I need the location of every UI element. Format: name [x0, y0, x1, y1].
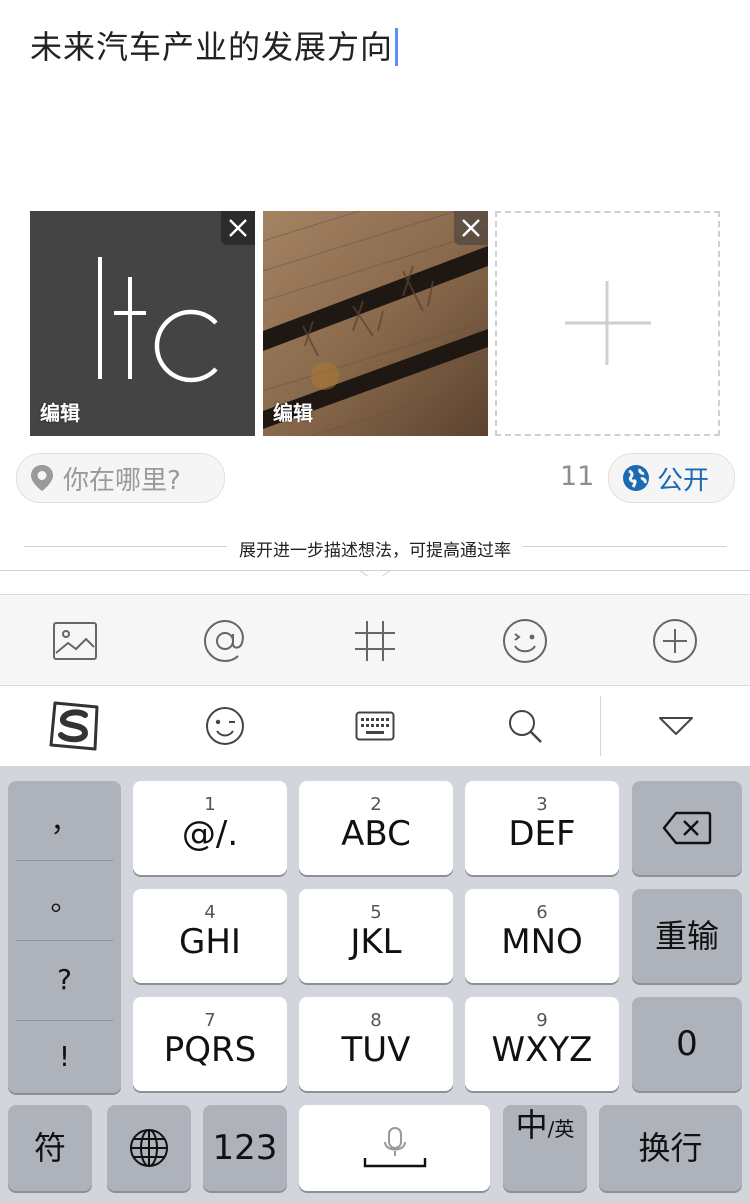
- key-8[interactable]: 8 TUV: [299, 997, 453, 1091]
- punctuation-column: ， 。 ? !: [8, 781, 121, 1093]
- key-number: 6: [536, 902, 548, 923]
- at-icon: [203, 619, 244, 663]
- sogou-logo-icon: [49, 701, 99, 751]
- reenter-label: 重输: [654, 917, 719, 955]
- ime-search-button[interactable]: [475, 686, 575, 766]
- key-label: 0: [676, 1024, 698, 1064]
- globe-icon: [623, 465, 649, 491]
- photo-thumbnail-1[interactable]: 编辑: [30, 211, 255, 436]
- add-photo-button[interactable]: [495, 211, 720, 436]
- key-number: 7: [204, 1010, 216, 1031]
- key-number: 9: [536, 1010, 548, 1031]
- key-number: 3: [536, 794, 548, 815]
- location-placeholder: 你在哪里?: [63, 465, 181, 496]
- key-label: JKL: [350, 922, 402, 962]
- space-key[interactable]: [299, 1105, 490, 1191]
- globe-icon: [130, 1129, 168, 1167]
- ime-emoji-button[interactable]: [175, 686, 275, 766]
- emoji-button[interactable]: [450, 595, 600, 687]
- key-comma[interactable]: ，: [8, 781, 121, 859]
- plus-circle-icon: [653, 619, 697, 663]
- key-number: 5: [370, 902, 382, 923]
- keyboard-switch-button[interactable]: [325, 686, 425, 766]
- mention-button[interactable]: [150, 595, 300, 687]
- key-label: PQRS: [163, 1030, 257, 1070]
- image-icon: [53, 622, 97, 660]
- key-label: @/.: [181, 814, 239, 854]
- sogou-menu-button[interactable]: [25, 686, 125, 766]
- key-label: TUV: [341, 1030, 411, 1070]
- plus-icon: [565, 281, 651, 365]
- post-text-input[interactable]: 未来汽车产业的发展方向: [30, 22, 399, 68]
- key-number: 8: [370, 1010, 382, 1031]
- symbols-key[interactable]: 符: [8, 1105, 92, 1191]
- key-0[interactable]: 0: [632, 997, 742, 1091]
- hashtag-button[interactable]: [300, 595, 450, 687]
- key-number: 1: [204, 794, 216, 815]
- close-icon: [229, 219, 247, 237]
- key-number: 2: [370, 794, 382, 815]
- photo-thumbnail-2[interactable]: 编辑: [263, 211, 488, 436]
- key-7[interactable]: 7 PQRS: [133, 997, 287, 1091]
- return-key[interactable]: 换行: [599, 1105, 742, 1191]
- key-label: DEF: [508, 814, 576, 854]
- remove-photo-1-button[interactable]: [221, 211, 255, 245]
- key-label: ABC: [341, 814, 411, 854]
- key-2[interactable]: 2 ABC: [299, 781, 453, 875]
- visibility-button[interactable]: 公开: [608, 453, 735, 503]
- search-icon: [509, 710, 542, 743]
- keyboard-icon: [355, 711, 395, 741]
- numbers-label: 123: [212, 1128, 278, 1168]
- word-count: 11: [560, 461, 595, 492]
- editor-toolbar: [0, 594, 750, 686]
- symbols-label: 符: [33, 1129, 66, 1167]
- language-main-label: 中: [515, 1106, 548, 1144]
- post-text: 未来汽车产业的发展方向: [30, 28, 394, 66]
- key-number: 4: [204, 902, 216, 923]
- language-switch-key[interactable]: 中/英: [503, 1105, 587, 1191]
- location-pin-icon: [31, 465, 53, 491]
- key-4[interactable]: 4 GHI: [133, 889, 287, 983]
- toolbar-notch: [359, 570, 391, 576]
- key-label: GHI: [179, 922, 241, 962]
- globe-key[interactable]: [107, 1105, 191, 1191]
- emoji-icon: [503, 619, 547, 663]
- key-question[interactable]: ?: [8, 940, 121, 1018]
- location-button[interactable]: 你在哪里?: [16, 453, 225, 503]
- key-label: MNO: [501, 922, 583, 962]
- reenter-key[interactable]: 重输: [632, 889, 742, 983]
- key-9[interactable]: 9 WXYZ: [465, 997, 619, 1091]
- ime-separator: [600, 696, 601, 756]
- backspace-key[interactable]: [632, 781, 742, 875]
- key-label: WXYZ: [491, 1030, 593, 1070]
- key-3[interactable]: 3 DEF: [465, 781, 619, 875]
- microphone-icon: [363, 1127, 426, 1168]
- close-icon: [462, 219, 480, 237]
- key-period[interactable]: 。: [8, 860, 121, 938]
- language-sub-label: /英: [547, 1117, 575, 1141]
- collapse-keyboard-icon: [659, 717, 693, 735]
- edit-photo-2-label[interactable]: 编辑: [273, 397, 313, 426]
- key-exclamation[interactable]: !: [8, 1020, 121, 1093]
- expand-hint[interactable]: 展开进一步描述想法，可提高通过率: [0, 536, 750, 561]
- edit-photo-1-label[interactable]: 编辑: [40, 397, 80, 426]
- numbers-key[interactable]: 123: [203, 1105, 287, 1191]
- wink-emoji-icon: [206, 707, 244, 745]
- backspace-icon: [662, 811, 712, 845]
- ime-toolbar: [0, 686, 750, 767]
- return-label: 换行: [638, 1129, 703, 1167]
- key-1[interactable]: 1 @/.: [133, 781, 287, 875]
- hashtag-icon: [355, 621, 395, 661]
- insert-image-button[interactable]: [0, 595, 150, 687]
- key-5[interactable]: 5 JKL: [299, 889, 453, 983]
- text-caret: [395, 28, 399, 66]
- expand-hint-text: 展开进一步描述想法，可提高通过率: [227, 541, 523, 561]
- key-6[interactable]: 6 MNO: [465, 889, 619, 983]
- collapse-keyboard-button[interactable]: [626, 686, 726, 766]
- visibility-label: 公开: [657, 465, 710, 496]
- keyboard: ， 。 ? ! 1 @/. 2 ABC 3 DEF 4 GHI 5 JKL 6 …: [0, 767, 750, 1203]
- more-button[interactable]: [600, 595, 750, 687]
- remove-photo-2-button[interactable]: [454, 211, 488, 245]
